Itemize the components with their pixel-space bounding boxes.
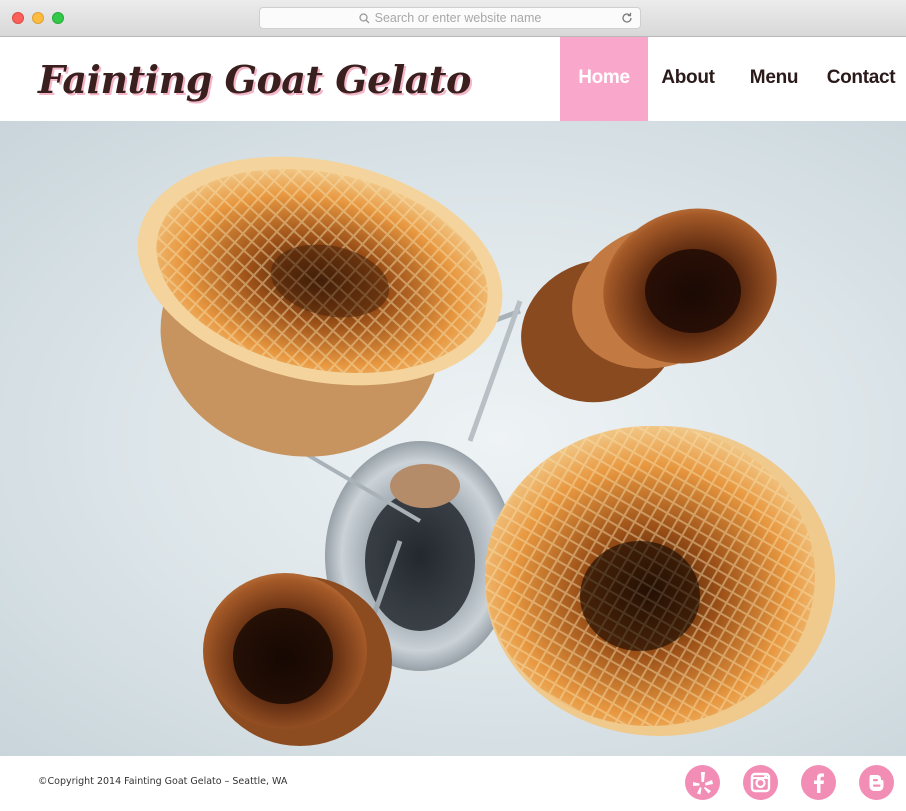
site-header: Fainting Goat Gelato Home About Menu Con… bbox=[0, 37, 906, 121]
window-close-button[interactable] bbox=[12, 12, 24, 24]
search-icon bbox=[358, 12, 370, 23]
window-minimize-button[interactable] bbox=[32, 12, 44, 24]
blogger-link[interactable] bbox=[859, 765, 894, 800]
hero-image bbox=[0, 121, 906, 756]
instagram-link[interactable] bbox=[743, 765, 778, 800]
blogger-icon bbox=[869, 775, 884, 791]
yelp-icon bbox=[693, 772, 713, 795]
window-zoom-button[interactable] bbox=[52, 12, 64, 24]
browser-toolbar: Search or enter website name bbox=[0, 0, 906, 37]
instagram-icon bbox=[750, 772, 771, 793]
nav-about[interactable]: About bbox=[648, 37, 728, 121]
facebook-link[interactable] bbox=[801, 765, 836, 800]
yelp-link[interactable] bbox=[685, 765, 720, 800]
address-bar-placeholder: Search or enter website name bbox=[374, 11, 542, 25]
nav-home[interactable]: Home bbox=[560, 37, 648, 121]
main-nav: Home About Menu Contact bbox=[560, 37, 906, 121]
address-bar[interactable]: Search or enter website name bbox=[259, 7, 641, 29]
site-footer: ©Copyright 2014 Fainting Goat Gelato – S… bbox=[0, 756, 906, 811]
site-logo[interactable]: Fainting Goat Gelato bbox=[38, 55, 471, 105]
copyright-text: ©Copyright 2014 Fainting Goat Gelato – S… bbox=[38, 776, 288, 787]
facebook-icon bbox=[814, 773, 824, 793]
nav-contact[interactable]: Contact bbox=[816, 37, 906, 121]
reload-icon[interactable] bbox=[620, 11, 634, 25]
nav-menu[interactable]: Menu bbox=[732, 37, 816, 121]
